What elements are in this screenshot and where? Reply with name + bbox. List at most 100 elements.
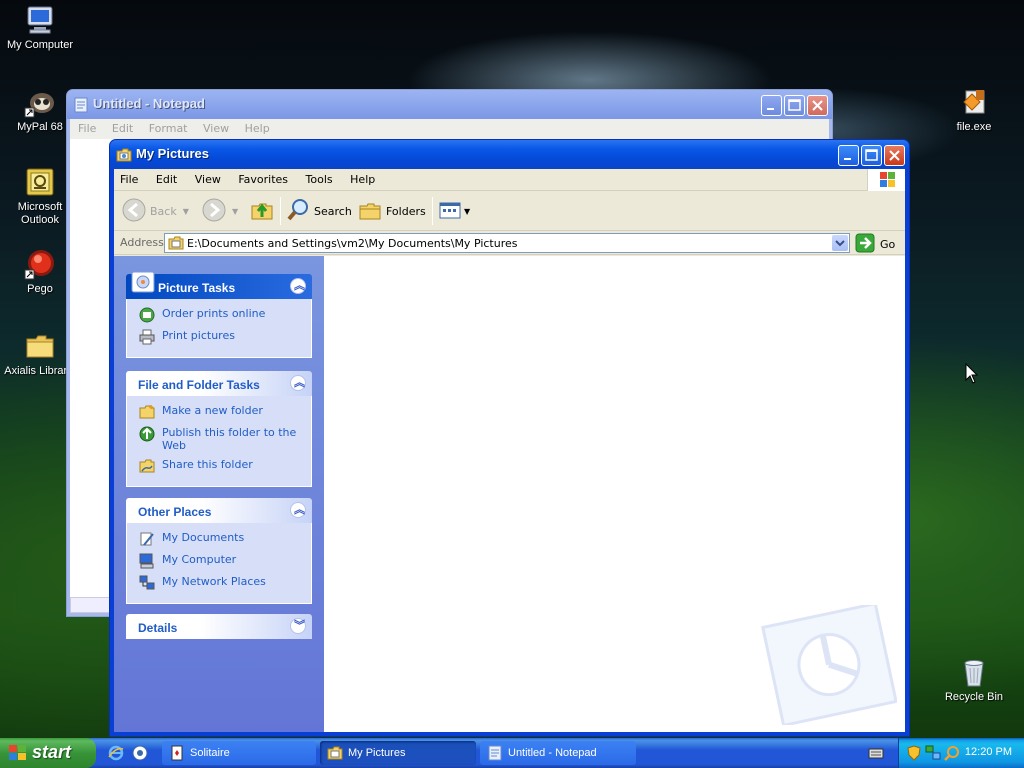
explorer-body: File Edit View Favorites Tools Help Back… [114, 169, 905, 732]
forward-button[interactable]: ▼ [202, 197, 238, 225]
publish-web-icon [139, 426, 155, 442]
windows-flag-icon [9, 745, 27, 766]
back-button[interactable]: Back ▼ [122, 197, 189, 225]
task-publish-folder[interactable]: Publish this folder to the Web [139, 426, 301, 452]
forward-arrow-icon [202, 198, 226, 225]
back-arrow-icon [122, 198, 146, 225]
folders-icon [358, 198, 382, 225]
taskbar: start Solitaire My Pictures Untitled - N… [0, 738, 1024, 768]
menu-tools[interactable]: Tools [306, 173, 333, 186]
address-dropdown-button[interactable] [832, 235, 848, 251]
explorer-title: My Pictures [136, 146, 209, 161]
menu-file[interactable]: File [120, 173, 138, 186]
quick-launch-icon[interactable] [132, 745, 148, 764]
network-places-icon [139, 575, 155, 591]
clock[interactable]: 12:20 PM [965, 746, 1012, 758]
taskbar-task-solitaire[interactable]: Solitaire [162, 741, 316, 765]
system-tray: 12:20 PM [898, 738, 1024, 768]
order-prints-icon [139, 307, 155, 323]
back-dropdown-icon: ▼ [182, 206, 189, 216]
picture-tasks-icon [130, 269, 156, 298]
address-value: E:\Documents and Settings\vm2\My Documen… [187, 237, 518, 250]
notepad-menu-file[interactable]: File [78, 122, 96, 135]
share-folder-icon [139, 458, 155, 474]
taskbar-task-notepad[interactable]: Untitled - Notepad [480, 741, 636, 765]
notepad-menu-help[interactable]: Help [245, 122, 270, 135]
pego-icon [24, 248, 56, 280]
network-tray-icon[interactable] [925, 745, 941, 764]
address-label: Address [120, 236, 164, 249]
place-my-computer[interactable]: My Computer [139, 553, 301, 569]
start-button[interactable]: start [0, 738, 96, 768]
my-documents-icon [139, 531, 155, 547]
notepad-menu-edit[interactable]: Edit [112, 122, 133, 135]
explorer-close-button[interactable] [884, 145, 905, 166]
task-print-pictures[interactable]: Print pictures [139, 329, 301, 345]
go-button[interactable]: Go [855, 233, 895, 256]
pictures-watermark-icon [757, 601, 898, 728]
mypal-icon [24, 86, 56, 118]
desktop-icon-my-computer[interactable]: My Computer [0, 4, 80, 52]
search-icon [286, 198, 310, 225]
task-order-prints[interactable]: Order prints online [139, 307, 301, 323]
panel-other-places: Other Places ︽ My Documents My Computer … [126, 498, 312, 604]
search-button[interactable]: Search [286, 197, 352, 225]
desktop-icon-file-exe[interactable]: file.exe [934, 86, 1014, 134]
collapse-chevron-icon[interactable]: ︽ [290, 375, 306, 391]
menu-edit[interactable]: Edit [156, 173, 177, 186]
panel-details-header[interactable]: Details ︾ [126, 614, 312, 639]
panel-picture-tasks-body: Order prints online Print pictures [126, 299, 312, 358]
security-shield-icon[interactable] [907, 745, 921, 764]
pictures-folder-icon [168, 235, 184, 254]
outlook-icon [24, 166, 56, 198]
toolbar-separator [280, 197, 281, 225]
panel-other-places-header[interactable]: Other Places ︽ [126, 498, 312, 523]
go-arrow-icon [855, 233, 875, 256]
folder-icon [24, 330, 56, 362]
folder-contents-area[interactable] [324, 256, 905, 732]
expand-chevron-icon[interactable]: ︾ [290, 618, 306, 634]
notepad-close-button[interactable] [807, 95, 828, 116]
task-make-new-folder[interactable]: Make a new folder [139, 404, 301, 420]
address-input[interactable]: E:\Documents and Settings\vm2\My Documen… [164, 233, 850, 253]
panel-other-places-body: My Documents My Computer My Network Plac… [126, 523, 312, 604]
views-button[interactable]: ▼ [438, 197, 470, 225]
collapse-chevron-icon[interactable]: ︽ [290, 278, 306, 294]
internet-explorer-icon[interactable] [108, 745, 124, 764]
explorer-toolbar: Back ▼ ▼ Search Folders ▼ [114, 191, 905, 231]
pictures-folder-icon [116, 147, 132, 163]
notepad-menu-format[interactable]: Format [149, 122, 188, 135]
recycle-bin-icon [958, 656, 990, 688]
collapse-chevron-icon[interactable]: ︽ [290, 502, 306, 518]
task-share-folder[interactable]: Share this folder [139, 458, 301, 474]
notepad-titlebar[interactable]: Untitled - Notepad [67, 90, 832, 119]
place-my-documents[interactable]: My Documents [139, 531, 301, 547]
explorer-minimize-button[interactable] [838, 145, 859, 166]
search-tray-icon[interactable] [944, 745, 960, 764]
explorer-window[interactable]: My Pictures File Edit View Favorites Too… [109, 139, 910, 737]
notepad-minimize-button[interactable] [761, 95, 782, 116]
explorer-maximize-button[interactable] [861, 145, 882, 166]
folders-button[interactable]: Folders [358, 197, 426, 225]
taskbar-task-my-pictures[interactable]: My Pictures [320, 741, 476, 765]
installer-icon [958, 86, 990, 118]
panel-picture-tasks-header[interactable]: Picture Tasks ︽ [126, 271, 312, 299]
menu-favorites[interactable]: Favorites [238, 173, 288, 186]
place-my-network-places[interactable]: My Network Places [139, 575, 301, 591]
new-folder-icon [139, 404, 155, 420]
notepad-horizontal-scrollbar[interactable] [70, 597, 110, 613]
notepad-title: Untitled - Notepad [93, 96, 205, 111]
keyboard-icon[interactable] [868, 746, 884, 763]
explorer-titlebar[interactable]: My Pictures [110, 140, 909, 169]
desktop-icon-recycle-bin[interactable]: Recycle Bin [934, 656, 1014, 704]
panel-file-folder-tasks: File and Folder Tasks ︽ Make a new folde… [126, 371, 312, 487]
notepad-menu-view[interactable]: View [203, 122, 229, 135]
menu-view[interactable]: View [195, 173, 221, 186]
printer-icon [139, 329, 155, 345]
notepad-maximize-button[interactable] [784, 95, 805, 116]
menu-help[interactable]: Help [350, 173, 375, 186]
toolbar-separator [432, 197, 433, 225]
windows-logo-icon [867, 169, 905, 191]
panel-file-folder-tasks-header[interactable]: File and Folder Tasks ︽ [126, 371, 312, 396]
up-folder-button[interactable] [250, 197, 274, 225]
